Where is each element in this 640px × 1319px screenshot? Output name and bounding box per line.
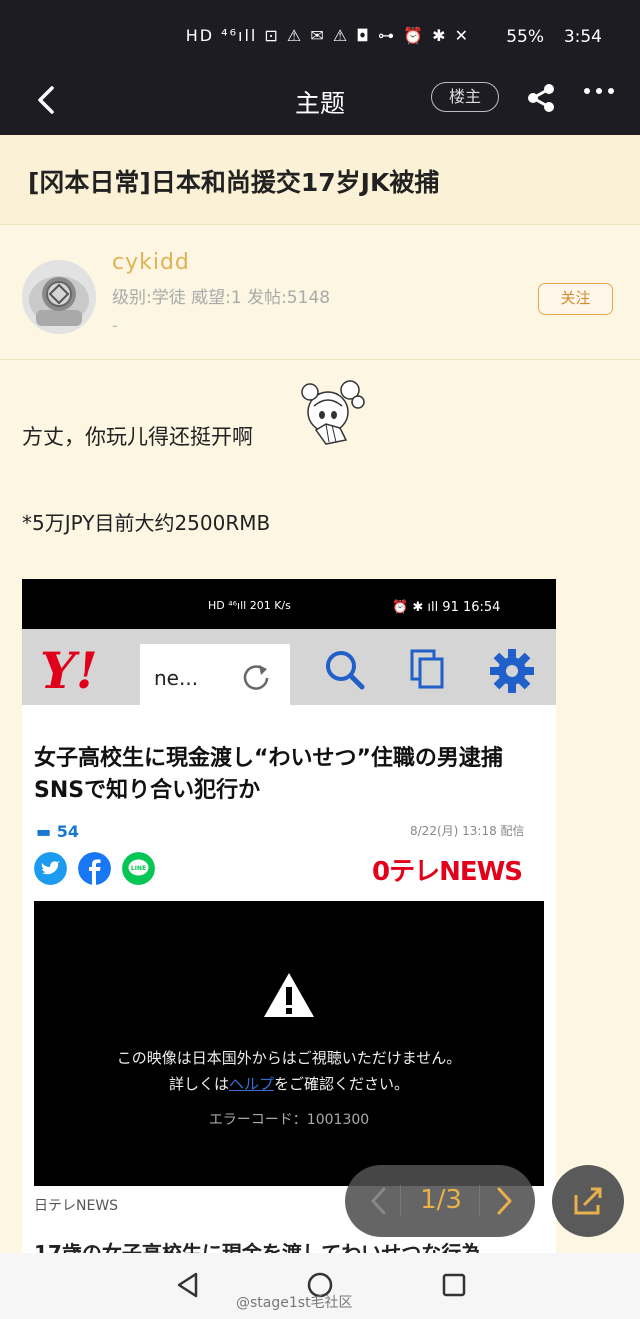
back-triangle-icon[interactable] xyxy=(174,1271,202,1299)
comment-count-value: 54 xyxy=(56,822,79,841)
video-player: この映像は日本国外からはご視聴いただけません。 詳しくはヘルプをご確認ください。… xyxy=(34,901,544,1186)
reply-button[interactable] xyxy=(552,1165,624,1237)
author-stats: 级别:学徒 威望:1 发帖:5148 xyxy=(112,288,331,308)
more-icon[interactable] xyxy=(583,86,615,96)
post-image[interactable]: HD ⁴⁶ıll 201 K/s ⏰ ✱ ıll 91 16:54 Y! ne.… xyxy=(22,579,556,1259)
author-signature: - xyxy=(112,316,118,335)
status-bar: HD ⁴⁶ıll ⊡ ⚠ ✉ ⚠ ◘ ⊶ ⏰ ✱ ✕ 3:54 xyxy=(0,0,640,62)
avatar[interactable] xyxy=(22,260,96,334)
news-brand-logo: 0テレNEWS xyxy=(372,857,523,887)
recents-square-icon[interactable] xyxy=(440,1271,468,1299)
post-text-line: 方丈，你玩儿得还挺开啊 xyxy=(22,425,253,449)
embedded-search-text: ne... xyxy=(154,666,199,690)
status-icons: HD ⁴⁶ıll ⊡ ⚠ ✉ ⚠ ◘ ⊶ ⏰ ✱ ✕ xyxy=(185,26,470,45)
yahoo-logo: Y! xyxy=(40,641,98,700)
battery-level: 55% xyxy=(506,27,544,47)
copy-icon xyxy=(410,649,444,689)
video-help-pre: 詳しくは xyxy=(168,1075,229,1093)
thread-title: [冈本日常]日本和尚援交17岁JK被捕 xyxy=(28,168,440,197)
share-icon[interactable] xyxy=(524,81,558,115)
reload-icon xyxy=(243,665,269,690)
svg-text:LINE: LINE xyxy=(131,865,146,872)
edit-icon xyxy=(574,1187,602,1215)
video-help-message: 詳しくはヘルプをご確認ください。 xyxy=(34,1073,544,1094)
top-nav: 主题 楼主 xyxy=(0,62,640,135)
system-nav-bar: @stage1st毛社区 xyxy=(0,1253,640,1319)
embedded-search-box: ne... xyxy=(140,644,290,710)
page-counter: 1/3 xyxy=(420,1185,462,1215)
pager-divider xyxy=(400,1185,401,1217)
embedded-browser-bar: Y! ne... xyxy=(22,629,556,710)
video-error-message: この映像は日本国外からはご視聴いただけません。 xyxy=(116,1049,462,1067)
embedded-status-right: ⏰ ✱ ıll 91 16:54 xyxy=(392,600,501,615)
help-link: ヘルプ xyxy=(228,1075,274,1093)
embedded-status-bar: HD ⁴⁶ıll 201 K/s ⏰ ✱ ıll 91 16:54 xyxy=(22,579,556,629)
comment-icon: ▬ xyxy=(36,822,57,841)
gear-icon xyxy=(490,649,534,693)
author-name[interactable]: cykidd xyxy=(112,250,190,275)
watermark: @stage1st毛社区 xyxy=(236,1295,353,1311)
embedded-headline: 女子高校生に現金渡し“わいせつ”住職の男逮捕 SNSで知り合い犯行か xyxy=(34,746,525,803)
author-block: cykidd 级别:学徒 威望:1 发帖:5148 - 关注 xyxy=(0,226,640,360)
video-error-code: エラーコード：1001300 xyxy=(208,1112,370,1128)
facebook-icon xyxy=(78,852,111,885)
anime-sticker-icon xyxy=(301,380,365,445)
op-only-toggle[interactable]: 楼主 xyxy=(431,82,499,112)
video-help-post: をご確認ください。 xyxy=(274,1075,410,1093)
embedded-status-left: HD ⁴⁶ıll 201 K/s xyxy=(208,599,291,612)
twitter-icon xyxy=(34,852,67,885)
thread-title-bar: [冈本日常]日本和尚援交17岁JK被捕 xyxy=(0,135,640,225)
diving-helmet-icon xyxy=(22,260,96,334)
warning-icon xyxy=(264,973,314,1017)
pager-divider xyxy=(479,1185,480,1217)
post-text-line: *5万JPY目前大约2500RMB xyxy=(22,511,271,535)
previous-page-icon[interactable] xyxy=(365,1183,393,1219)
embedded-date: 8/22(月) 13:18 配信 xyxy=(410,824,525,838)
next-page-icon[interactable] xyxy=(490,1183,518,1219)
embedded-source: 日テレNEWS xyxy=(34,1198,119,1214)
follow-button[interactable]: 关注 xyxy=(538,283,613,315)
image-pager: 1/3 xyxy=(345,1165,535,1237)
line-icon: LINE xyxy=(122,852,155,885)
search-icon xyxy=(326,651,365,690)
embedded-comment-count: ▬ 54 xyxy=(36,822,79,841)
status-time: 3:54 xyxy=(563,27,602,47)
